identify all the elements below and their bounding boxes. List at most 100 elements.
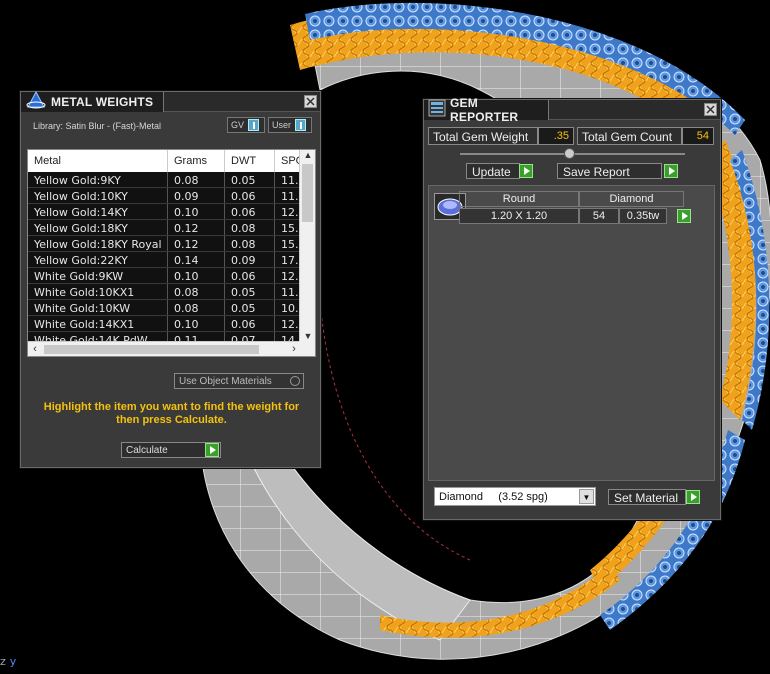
col-header-spg[interactable]: SPG xyxy=(275,150,301,172)
save-report-field[interactable]: Save Report xyxy=(557,163,662,179)
chevron-down-icon[interactable]: ▼ xyxy=(579,489,594,504)
instruction-text: Highlight the item you want to find the … xyxy=(43,401,300,426)
table-cell: 15. xyxy=(281,222,299,235)
vscroll-thumb[interactable] xyxy=(302,164,313,222)
play-arrow-icon xyxy=(524,167,530,175)
gem-reporter-close-icon[interactable] xyxy=(704,103,717,116)
table-row[interactable]: Yellow Gold:22KY 0.14 0.09 17. xyxy=(28,252,301,268)
table-cell: Yellow Gold:9KY xyxy=(28,172,168,187)
table-row[interactable]: Yellow Gold:18KY Royal 0.12 0.08 15. xyxy=(28,236,301,252)
table-cell: 0.08 xyxy=(225,236,275,251)
scroll-corner xyxy=(299,341,315,356)
axis-indicator: zy xyxy=(0,655,16,668)
update-button[interactable] xyxy=(519,164,533,178)
table-cell: 0.05 xyxy=(225,284,275,299)
calculate-label: Calculate xyxy=(126,445,168,456)
user-toggle-label: User xyxy=(272,120,292,130)
col-header-metal[interactable]: Metal xyxy=(28,150,168,172)
table-row[interactable]: Yellow Gold:14KY 0.10 0.06 12. xyxy=(28,204,301,220)
hscroll-thumb[interactable] xyxy=(44,345,259,354)
table-cell: White Gold:10KX1 xyxy=(28,284,168,299)
gem-count: 54 xyxy=(579,208,619,224)
set-material-button[interactable] xyxy=(686,490,700,504)
table-cell: 17. xyxy=(281,254,299,267)
gv-toggle-switch-icon xyxy=(248,119,260,131)
gem-data-row[interactable]: 1.20 X 1.20 54 0.35tw xyxy=(459,208,667,224)
table-row[interactable]: Yellow Gold:18KY 0.12 0.08 15. xyxy=(28,220,301,236)
table-row[interactable]: White Gold:10KX1 0.08 0.05 11. xyxy=(28,284,301,300)
table-cell: White Gold:9KW xyxy=(28,268,168,283)
table-row[interactable]: Yellow Gold:10KY 0.09 0.06 11. xyxy=(28,188,301,204)
col-header-grams[interactable]: Grams xyxy=(168,150,225,172)
gem-reporter-titlebar[interactable]: GEM REPORTER xyxy=(424,96,720,124)
table-cell: 0.06 xyxy=(225,204,275,219)
save-report-button[interactable] xyxy=(664,164,678,178)
table-row[interactable]: White Gold:14KX1 0.10 0.06 12. xyxy=(28,316,301,332)
total-gem-weight: Total Gem Weight .35 xyxy=(428,127,574,145)
scroll-left-icon[interactable]: ‹ xyxy=(28,342,42,357)
table-cell: 12. xyxy=(281,318,299,331)
metal-table-header: Metal Grams DWT SPG xyxy=(28,150,301,172)
slider-knob[interactable] xyxy=(564,148,575,159)
update-field[interactable]: Update xyxy=(466,163,520,179)
table-cell: 0.08 xyxy=(168,172,225,187)
metal-table-hscroll[interactable]: ‹ › xyxy=(28,341,301,356)
play-arrow-icon xyxy=(682,212,688,220)
table-cell: White Gold:14KX1 xyxy=(28,316,168,331)
play-arrow-icon xyxy=(691,493,697,501)
set-material-field[interactable]: Set Material xyxy=(608,489,686,505)
scroll-up-icon[interactable]: ▲ xyxy=(300,150,316,162)
calculate-button[interactable] xyxy=(205,443,219,457)
table-row[interactable]: Yellow Gold:9KY 0.08 0.05 11. xyxy=(28,172,301,188)
gv-toggle-label: GV xyxy=(231,120,245,130)
use-object-materials-toggle[interactable]: Use Object Materials xyxy=(174,373,304,389)
table-cell: 11. xyxy=(281,174,299,187)
total-gem-count: Total Gem Count 54 xyxy=(577,127,714,145)
metal-weights-close-icon[interactable] xyxy=(304,95,317,108)
table-cell: 0.10 xyxy=(168,316,225,331)
table-cell: 0.05 xyxy=(225,172,275,187)
table-cell: Yellow Gold:10KY xyxy=(28,188,168,203)
metal-table-vscroll[interactable]: ▲ ▼ xyxy=(299,150,315,343)
play-arrow-icon xyxy=(210,446,216,454)
table-cell: 10. xyxy=(281,302,299,315)
gem-row-button[interactable] xyxy=(677,209,691,223)
table-cell: 0.10 xyxy=(168,204,225,219)
material-select-value: Diamond (3.52 spg) xyxy=(439,491,548,503)
col-header-dwt[interactable]: DWT xyxy=(225,150,275,172)
gem-weight: 0.35tw xyxy=(619,208,667,224)
gem-material: Diamond xyxy=(579,191,684,207)
metal-weights-window: METAL WEIGHTS Library: Satin Blur - (Fas… xyxy=(20,90,321,468)
total-gem-weight-label: Total Gem Weight xyxy=(428,127,538,145)
table-cell: 0.12 xyxy=(168,236,225,251)
table-row[interactable]: White Gold:9KW 0.10 0.06 12. xyxy=(28,268,301,284)
total-gem-weight-value: .35 xyxy=(538,127,574,145)
update-label: Update xyxy=(472,165,511,179)
panel-slider[interactable] xyxy=(460,148,685,159)
gem-size: 1.20 X 1.20 xyxy=(459,208,579,224)
table-cell: White Gold:10KW xyxy=(28,300,168,315)
use-object-materials-label: Use Object Materials xyxy=(179,376,272,387)
metal-weights-titlebar[interactable]: METAL WEIGHTS xyxy=(21,90,320,112)
gem-reporter-title: GEM REPORTER xyxy=(450,96,519,124)
gem-list-panel: Round Diamond 1.20 X 1.20 54 0.35tw xyxy=(428,185,715,481)
table-cell: Yellow Gold:22KY xyxy=(28,252,168,267)
table-cell: 0.09 xyxy=(225,252,275,267)
table-cell: Yellow Gold:18KY xyxy=(28,220,168,235)
table-cell: 0.05 xyxy=(225,300,275,315)
gem-reporter-title-tab[interactable]: GEM REPORTER xyxy=(424,96,549,124)
table-cell: 0.12 xyxy=(168,220,225,235)
table-cell: 0.09 xyxy=(168,188,225,203)
table-row[interactable]: White Gold:10KW 0.08 0.05 10. xyxy=(28,300,301,316)
material-select[interactable]: Diamond (3.52 spg) ▼ xyxy=(434,487,596,506)
library-label: Library: Satin Blur - (Fast)-Metal xyxy=(33,121,162,131)
axis-z-label: z xyxy=(0,655,6,668)
metal-weights-title-tab[interactable]: METAL WEIGHTS xyxy=(21,90,165,112)
gem-header-row: Round Diamond xyxy=(459,191,684,207)
play-arrow-icon xyxy=(669,167,675,175)
gem-reporter-window: GEM REPORTER Total Gem Weight .35 Total … xyxy=(423,96,721,520)
user-toggle[interactable]: User xyxy=(268,117,312,133)
gv-toggle[interactable]: GV xyxy=(227,117,265,133)
table-cell: 15. xyxy=(281,238,299,251)
table-cell: 0.08 xyxy=(168,284,225,299)
